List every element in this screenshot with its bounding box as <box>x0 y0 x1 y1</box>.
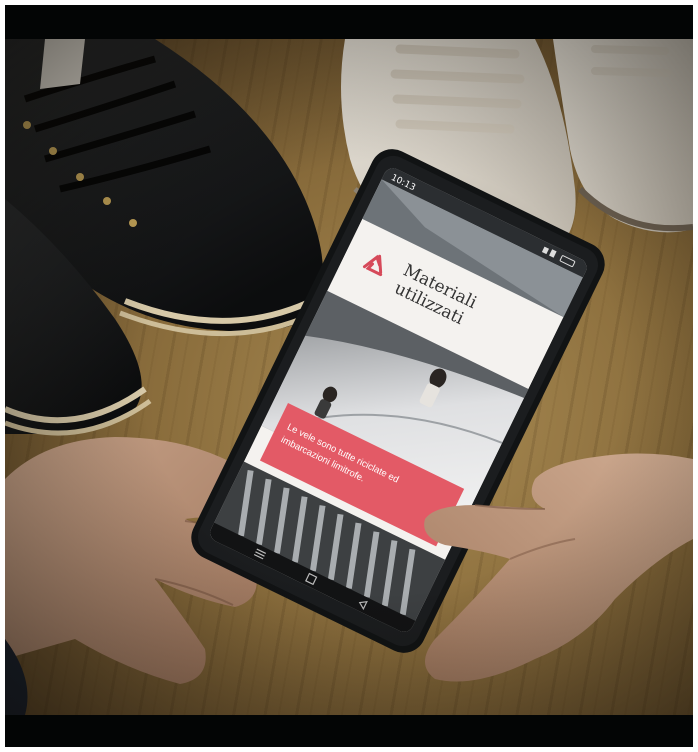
video-frame: 10:13 Materiali utilizzati Le vele sono … <box>5 5 693 747</box>
photo: 10:13 Materiali utilizzati Le vele sono … <box>5 39 693 715</box>
scene: 10:13 Materiali utilizzati Le vele sono … <box>5 39 693 715</box>
